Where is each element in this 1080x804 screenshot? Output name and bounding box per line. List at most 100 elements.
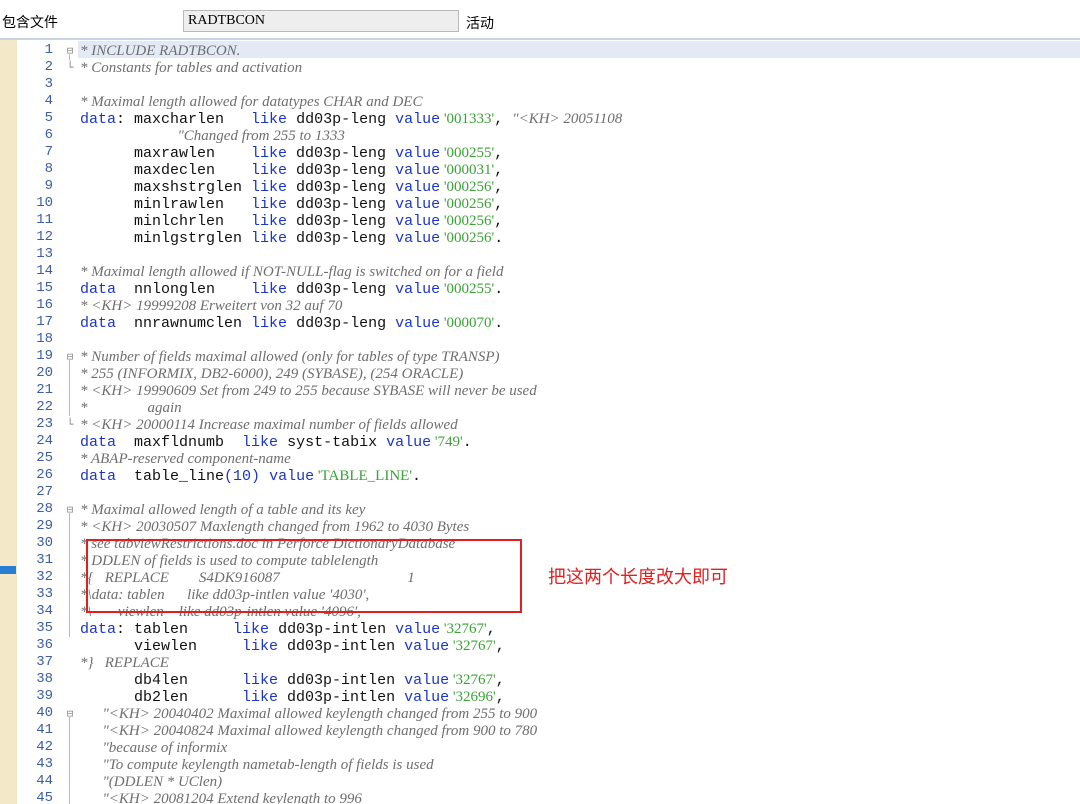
code-line[interactable]: maxrawlen like dd03p-leng value '000255'… — [80, 144, 503, 162]
code-token: like — [233, 621, 270, 638]
code-line[interactable]: * Constants for tables and activation — [80, 59, 302, 76]
code-token: '000256' — [440, 230, 495, 246]
code-line[interactable]: data: tablen like dd03p-intlen value '32… — [80, 620, 496, 638]
code-line[interactable]: * again — [80, 399, 182, 416]
line-number: 24 — [36, 433, 53, 449]
code-line[interactable]: * INCLUDE RADTBCON. — [80, 42, 240, 59]
fold-end-icon: └ — [66, 418, 74, 431]
code-line[interactable]: *} REPLACE — [80, 654, 169, 671]
code-line[interactable]: data maxfldnumb like syst-tabix value '7… — [80, 433, 472, 451]
code-line[interactable]: * Maximal allowed length of a table and … — [80, 501, 365, 518]
code-line[interactable]: * <KH> 20000114 Increase maximal number … — [80, 416, 458, 433]
code-line[interactable]: db2len like dd03p-intlen value '32696', — [80, 688, 505, 706]
code-line[interactable]: * <KH> 19999208 Erweitert von 32 auf 70 — [80, 297, 342, 314]
code-line[interactable]: minlchrlen like dd03p-leng value '000256… — [80, 212, 503, 230]
line-number: 13 — [36, 246, 53, 262]
line-number: 26 — [36, 467, 53, 483]
code-token: value — [395, 213, 441, 230]
code-token: * ABAP-reserved component-name — [80, 451, 291, 467]
code-line[interactable]: viewlen like dd03p-intlen value '32767', — [80, 637, 505, 655]
code-line[interactable]: "(DDLEN * UClen) — [80, 773, 223, 790]
code-line[interactable]: data nnrawnumclen like dd03p-leng value … — [80, 314, 503, 332]
code-line[interactable]: "To compute keylength nametab-length of … — [80, 756, 434, 773]
code-token: dd03p-leng — [287, 230, 396, 247]
line-number: 29 — [36, 518, 53, 534]
line-number: 32 — [36, 569, 53, 585]
include-name-field[interactable]: RADTBCON — [183, 10, 459, 32]
line-number: 36 — [36, 637, 53, 653]
code-line[interactable]: data table_line(10) value 'TABLE_LINE'. — [80, 467, 421, 485]
code-token: table_line — [116, 468, 225, 485]
code-line[interactable]: maxshstrglen like dd03p-leng value '0002… — [80, 178, 503, 196]
code-line[interactable]: * Number of fields maximal allowed (only… — [80, 348, 500, 365]
line-number: 4 — [44, 93, 53, 109]
code-line[interactable]: "<KH> 20040824 Maximal allowed keylength… — [80, 722, 538, 739]
code-token: like — [251, 213, 288, 230]
code-token: : tablen — [116, 621, 234, 638]
code-line[interactable]: * 255 (INFORMIX, DB2-6000), 249 (SYBASE)… — [80, 365, 463, 382]
code-line[interactable]: "Changed from 255 to 1333 — [80, 127, 345, 144]
code-token: '749' — [431, 434, 463, 450]
code-line[interactable]: data nnlonglen like dd03p-leng value '00… — [80, 280, 503, 298]
code-line[interactable]: * <KH> 19990609 Set from 249 to 255 beca… — [80, 382, 537, 399]
fold-end-icon: └ — [66, 61, 74, 74]
code-line[interactable]: "<KH> 20040402 Maximal allowed keylength… — [80, 705, 538, 722]
code-token: * <KH> 19999208 Erweitert von 32 auf 70 — [80, 298, 343, 314]
code-token: dd03p-leng — [287, 315, 396, 332]
code-editor[interactable]: 1 ⊟ * INCLUDE RADTBCON. 2 └ * Constants for t… — [0, 40, 1080, 804]
line-number: 12 — [36, 229, 53, 245]
breakpoint-marker-icon[interactable] — [0, 566, 16, 574]
code-line[interactable]: data: maxcharlen like dd03p-leng value '… — [80, 110, 622, 128]
code-line[interactable]: * Maximal length allowed if NOT-NULL-fla… — [80, 263, 503, 280]
code-token: dd03p-leng — [287, 213, 396, 230]
code-token: , — [495, 689, 505, 706]
fold-toggle-icon[interactable]: ⊟ — [63, 348, 77, 365]
line-number: 5 — [44, 110, 53, 126]
code-line[interactable]: "<KH> 20081204 Extend keylength to 996 — [80, 790, 362, 804]
code-line[interactable]: db4len like dd03p-intlen value '32767', — [80, 671, 505, 689]
line-number: 27 — [36, 484, 53, 500]
code-line[interactable]: * Maximal length allowed for datatypes C… — [80, 93, 422, 110]
code-token: "Changed from 255 to 1333 — [80, 128, 345, 144]
fold-toggle-icon[interactable]: ⊟ — [63, 705, 77, 722]
fold-guide — [69, 513, 70, 637]
code-line[interactable]: * ABAP-reserved component-name — [80, 450, 291, 467]
code-token: value — [395, 315, 441, 332]
code-token: like — [242, 672, 279, 689]
line-number: 23 — [36, 416, 53, 432]
code-token: value — [404, 638, 450, 655]
line-number: 10 — [36, 195, 53, 211]
fold-toggle-icon[interactable]: ⊟ — [63, 501, 77, 518]
line-number: 28 — [36, 501, 53, 517]
code-line[interactable]: "because of informix — [80, 739, 228, 756]
code-token: data — [80, 621, 117, 638]
code-token: , — [494, 196, 504, 213]
fold-toggle-icon[interactable]: ⊟ — [63, 42, 77, 59]
code-token: , — [494, 111, 513, 128]
code-line[interactable]: * <KH> 20030507 Maxlength changed from 1… — [80, 518, 469, 535]
code-line[interactable]: maxdeclen like dd03p-leng value '000031'… — [80, 161, 504, 179]
code-token: syst-tabix — [278, 434, 387, 451]
line-number: 25 — [36, 450, 53, 466]
code-token: "<KH> 20081204 Extend keylength to 996 — [80, 791, 362, 804]
code-token: *} REPLACE — [80, 655, 169, 671]
code-token: '000256' — [440, 196, 495, 212]
code-line[interactable]: minlgstrglen like dd03p-leng value '0002… — [80, 229, 503, 247]
code-line[interactable]: minlrawlen like dd03p-leng value '000256… — [80, 195, 504, 213]
code-token: dd03p-leng — [287, 179, 396, 196]
code-token: nnlonglen — [116, 281, 252, 298]
code-token: db4len — [80, 672, 243, 689]
code-token: "<KH> 20040824 Maximal allowed keylength… — [80, 723, 538, 739]
code-token: . — [462, 434, 472, 451]
code-token: value — [395, 621, 441, 638]
code-token: value — [395, 111, 441, 128]
code-token: , — [494, 162, 504, 179]
include-header-bar: 包含文件 RADTBCON 活动 — [0, 0, 1080, 40]
code-token: '32696' — [449, 689, 496, 705]
code-token: data — [80, 315, 117, 332]
code-token: data — [80, 281, 117, 298]
code-token: dd03p-leng — [287, 162, 396, 179]
line-number: 3 — [44, 76, 53, 92]
code-token: : maxcharlen — [116, 111, 252, 128]
